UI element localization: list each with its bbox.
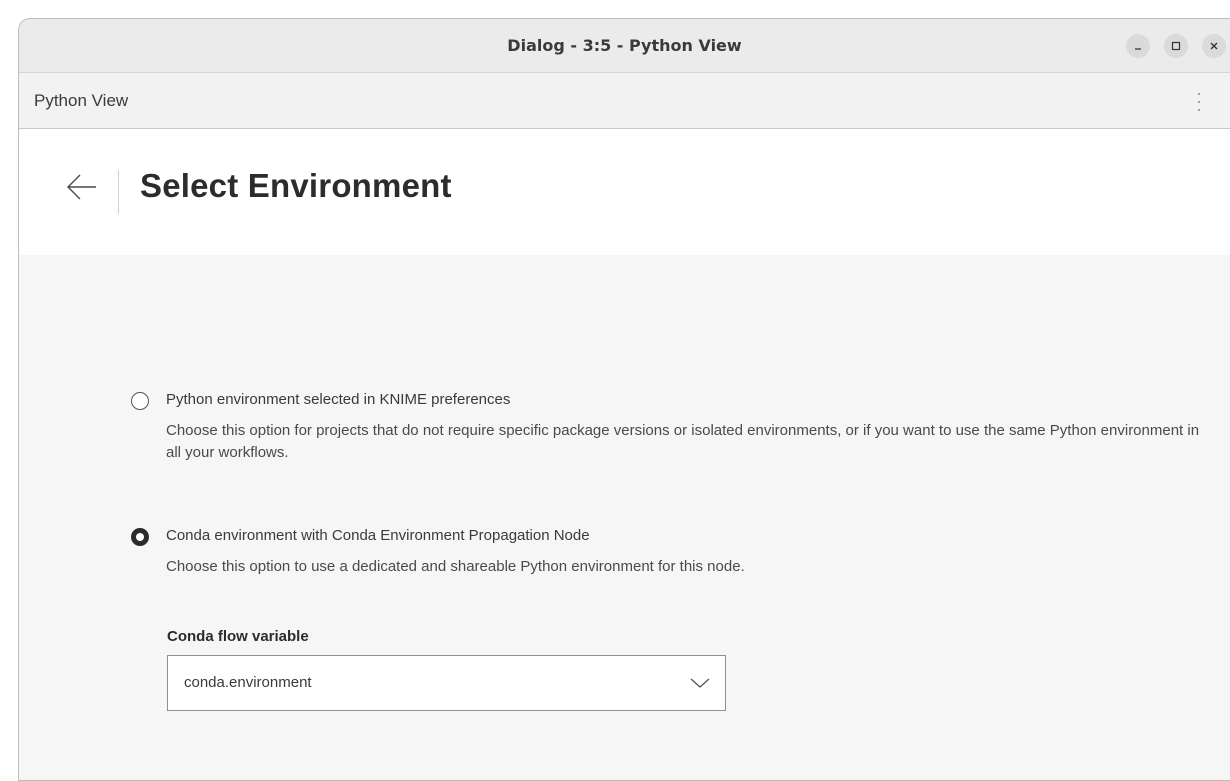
minimize-icon <box>1135 48 1141 50</box>
environment-options: Python environment selected in KNIME pre… <box>19 255 1230 780</box>
option-description: Choose this option to use a dedicated an… <box>166 558 745 575</box>
view-header-bar: Python View <box>19 73 1230 129</box>
option-description: Choose this option for projects that do … <box>166 422 1200 461</box>
kebab-menu-icon[interactable] <box>1194 93 1204 111</box>
conda-flow-variable-label: Conda flow variable <box>167 628 309 645</box>
window-titlebar[interactable]: Dialog - 3:5 - Python View <box>19 19 1230 73</box>
select-value: conda.environment <box>184 674 312 691</box>
option-label: Python environment selected in KNIME pre… <box>166 391 511 408</box>
view-title: Python View <box>34 91 129 110</box>
option-label: Conda environment with Conda Environment… <box>166 527 590 544</box>
page-title: Select Environment <box>140 167 452 204</box>
radio-conda-propagation[interactable] <box>131 528 149 546</box>
chevron-down-icon <box>690 678 710 688</box>
window-controls <box>1126 34 1226 58</box>
maximize-icon <box>1171 41 1181 51</box>
dialog-window: Dialog - 3:5 - Python View Python View S… <box>18 18 1230 781</box>
maximize-button[interactable] <box>1164 34 1188 58</box>
close-button[interactable] <box>1202 34 1226 58</box>
header-divider <box>118 170 119 214</box>
page-header: Select Environment <box>19 129 1230 255</box>
radio-knime-preferences[interactable] <box>131 392 149 410</box>
minimize-button[interactable] <box>1126 34 1150 58</box>
window-title: Dialog - 3:5 - Python View <box>507 36 742 55</box>
close-icon <box>1210 42 1218 50</box>
back-arrow-icon[interactable] <box>65 170 99 204</box>
conda-flow-variable-select[interactable]: conda.environment <box>167 655 726 711</box>
